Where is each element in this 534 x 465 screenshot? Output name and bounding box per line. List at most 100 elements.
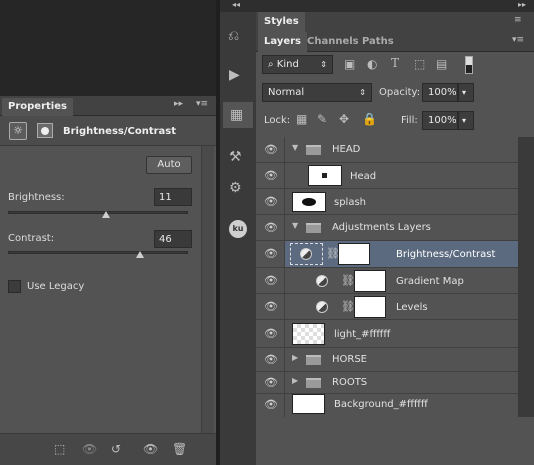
filter-kind-select[interactable]: ⌕ Kind ⇕	[262, 55, 333, 74]
eye-icon[interactable]: 👁	[264, 377, 278, 389]
eye-icon[interactable]: 👁	[264, 275, 278, 287]
auto-button[interactable]: Auto	[146, 156, 192, 174]
eye-icon[interactable]: 👁	[264, 354, 278, 366]
reset-icon[interactable]: ↺	[111, 442, 121, 456]
adjustment-icon	[316, 301, 328, 313]
styles-menu-icon[interactable]: ≡	[514, 15, 522, 25]
eye-icon[interactable]: 👁	[264, 328, 278, 340]
lock-image-icon[interactable]: ✎	[317, 112, 327, 126]
blend-mode-select[interactable]: Normal ⇕	[262, 83, 372, 102]
opacity-dropdown[interactable]: ▾	[458, 83, 474, 102]
filter-toggle[interactable]	[465, 56, 473, 74]
opacity-field[interactable]: 100%	[422, 83, 458, 102]
panel-expand-icon[interactable]: ▸▸	[174, 99, 183, 109]
contrast-field[interactable]: 46	[154, 230, 192, 248]
history-icon[interactable]: ⎌	[228, 28, 239, 44]
folder-icon	[306, 223, 321, 233]
filter-adjustment-icon[interactable]: ◐	[367, 57, 377, 71]
contrast-slider-thumb[interactable]	[136, 251, 144, 258]
eye-icon[interactable]: 👁	[264, 248, 278, 260]
layer-name: Gradient Map	[396, 276, 464, 287]
eye-icon[interactable]: 👁	[264, 301, 278, 313]
filter-type-icon[interactable]: T	[391, 56, 399, 70]
contrast-slider[interactable]	[8, 251, 188, 254]
collapse-icon[interactable]: ▸▸	[518, 0, 526, 9]
blend-mode-value: Normal	[268, 87, 305, 98]
layer-mask-thumbnail[interactable]	[354, 296, 386, 318]
tab-paths[interactable]: Paths	[356, 32, 400, 52]
brightness-slider-thumb[interactable]	[102, 211, 110, 218]
eye-icon[interactable]: 👁	[264, 170, 278, 182]
chevron-right-icon[interactable]: ▶	[292, 353, 298, 362]
panel-menu-icon[interactable]: ▾≡	[196, 99, 208, 109]
chevron-right-icon[interactable]: ▶	[292, 376, 298, 385]
layer-thumbnail	[292, 394, 325, 414]
view-previous-state-icon[interactable]: 👁	[82, 442, 97, 456]
filter-shape-icon[interactable]: ⬚	[414, 57, 425, 71]
actions-play-icon[interactable]: ▶	[229, 67, 240, 83]
opacity-label: Opacity:	[379, 87, 421, 98]
layer-row-gradient-map[interactable]: 👁 ⛓ Gradient Map	[256, 268, 518, 294]
layer-row-roots-group[interactable]: 👁 ▶ ROOTS	[256, 372, 518, 394]
adjustments-dock-button[interactable]: ▦	[223, 102, 253, 128]
visibility-toggle-icon[interactable]: 👁	[143, 442, 158, 456]
layer-row-adjustments-group[interactable]: 👁 ▼ Adjustments Layers	[256, 215, 518, 241]
layer-thumbnail	[292, 192, 326, 212]
layers-tab-bar: Layers Channels Paths ▾≡	[256, 32, 534, 52]
eye-icon[interactable]: 👁	[264, 222, 278, 234]
tab-layers[interactable]: Layers	[258, 32, 307, 52]
layer-row-splash[interactable]: 👁 splash	[256, 189, 518, 215]
layers-panel: ▸▸ Styles ≡ Layers Channels Paths ▾≡ ⌕ K…	[256, 0, 534, 465]
chain-link-icon[interactable]: ⛓	[341, 274, 355, 287]
trash-icon[interactable]: 🗑	[172, 442, 187, 456]
adjustment-icon	[316, 275, 328, 287]
layer-row-light[interactable]: 👁 light_#ffffff	[256, 320, 518, 348]
lock-position-icon[interactable]: ✥	[339, 112, 349, 126]
layer-name: ROOTS	[332, 377, 368, 388]
eye-icon[interactable]: 👁	[264, 399, 278, 411]
layer-row-head-group[interactable]: 👁 ▼ HEAD	[256, 137, 518, 163]
tab-properties[interactable]: Properties	[2, 98, 73, 116]
layers-scrollbar[interactable]	[518, 137, 534, 417]
lock-transparent-icon[interactable]: ▦	[296, 112, 307, 126]
chevron-down-icon[interactable]: ▼	[292, 221, 298, 230]
layer-row-levels[interactable]: 👁 ⛓ Levels	[256, 294, 518, 320]
filter-smart-object-icon[interactable]: ▤	[436, 57, 447, 71]
clip-to-layer-icon[interactable]: ⬚	[54, 442, 65, 456]
adjustment-thumbnail	[290, 243, 323, 265]
eye-icon[interactable]: 👁	[264, 144, 278, 156]
chain-link-icon[interactable]: ⛓	[341, 300, 355, 313]
layers-menu-icon[interactable]: ▾≡	[512, 35, 524, 45]
layer-row-horse-group[interactable]: 👁 ▶ HORSE	[256, 348, 518, 372]
chevron-updown-icon: ⇕	[359, 88, 366, 97]
layer-name: splash	[334, 197, 367, 208]
brushes-icon[interactable]: ⚒	[229, 149, 242, 165]
layer-mask-thumbnail[interactable]	[338, 243, 370, 265]
tab-styles[interactable]: Styles	[258, 12, 305, 32]
brightness-field[interactable]: 11	[154, 188, 192, 206]
fill-field[interactable]: 100%	[422, 111, 458, 130]
collapse-icon[interactable]: ◂◂	[232, 0, 240, 9]
tool-presets-icon[interactable]: ⚙	[229, 180, 242, 196]
use-legacy-checkbox[interactable]	[8, 280, 21, 293]
layer-name: Adjustments Layers	[332, 222, 431, 233]
properties-scrollbar[interactable]	[201, 146, 214, 433]
fill-label: Fill:	[401, 115, 418, 126]
fill-dropdown[interactable]: ▾	[458, 111, 474, 130]
kuler-icon[interactable]: ku	[229, 220, 247, 238]
lock-all-icon[interactable]: 🔒	[362, 112, 377, 126]
chevron-down-icon[interactable]: ▼	[292, 143, 298, 152]
layer-mask-thumbnail[interactable]	[354, 270, 386, 292]
brightness-slider[interactable]	[8, 211, 188, 214]
layer-mask-icon[interactable]	[37, 123, 53, 138]
filter-pixel-icon[interactable]: ▣	[344, 57, 355, 71]
layer-row-background[interactable]: 👁 Background_#ffffff	[256, 394, 518, 417]
properties-footer: ⬚ 👁 ↺ 👁 🗑	[0, 433, 216, 465]
layer-name: Brightness/Contrast	[396, 249, 496, 260]
eye-icon[interactable]: 👁	[264, 196, 278, 208]
lock-label: Lock:	[264, 115, 291, 126]
layer-row-brightness-contrast[interactable]: 👁 ⛓ Brightness/Contrast	[256, 241, 518, 268]
styles-tab-bar: Styles ≡	[256, 12, 534, 32]
properties-header: ☼ Brightness/Contrast	[0, 116, 216, 146]
layer-row-head[interactable]: 👁 Head	[256, 163, 518, 189]
